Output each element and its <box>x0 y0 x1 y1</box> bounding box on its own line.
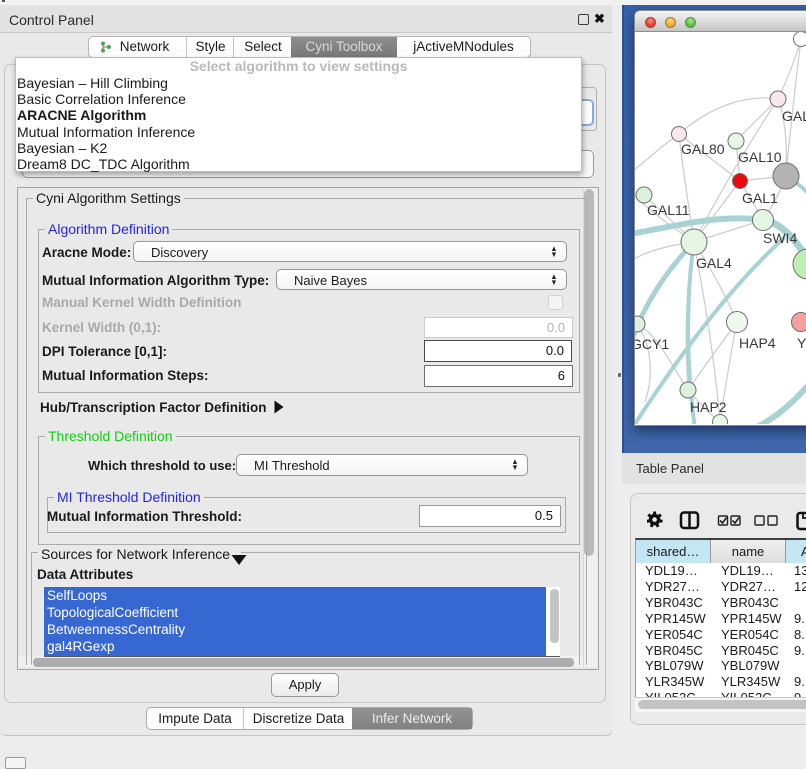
svg-text:GAL80: GAL80 <box>681 141 725 157</box>
svg-text:GAL7: GAL7 <box>782 108 806 124</box>
svg-text:Y: Y <box>797 335 806 351</box>
svg-text:GCY1: GCY1 <box>635 336 669 352</box>
svg-text:GAL11: GAL11 <box>647 202 690 218</box>
svg-text:GAL10: GAL10 <box>738 149 782 165</box>
svg-text:SWI4: SWI4 <box>763 230 797 246</box>
svg-text:HAP4: HAP4 <box>739 335 776 351</box>
svg-text:GAL1: GAL1 <box>742 190 778 206</box>
svg-text:GAL4: GAL4 <box>696 255 732 271</box>
svg-text:HAP2: HAP2 <box>690 399 727 415</box>
